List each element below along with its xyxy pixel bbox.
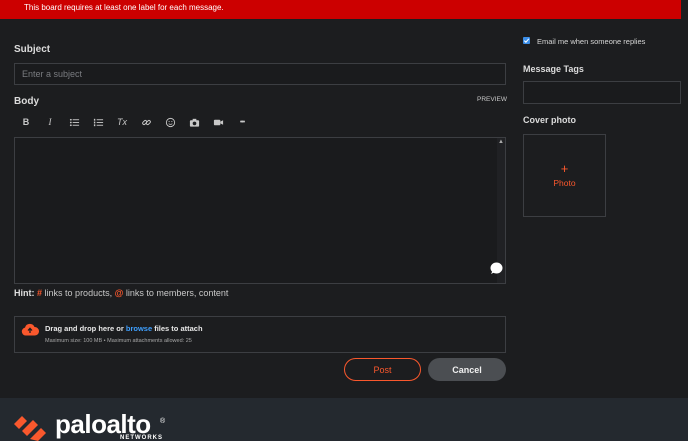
- preview-link[interactable]: PREVIEW: [477, 96, 507, 103]
- body-label: Body: [14, 96, 39, 107]
- file-dropzone[interactable]: [14, 316, 506, 353]
- italic-button[interactable]: I: [38, 114, 62, 130]
- bulleted-list-button[interactable]: [62, 114, 86, 130]
- emoji-button[interactable]: [158, 114, 182, 130]
- dropzone-subtitle: Maximum size: 100 MB • Maximum attachmen…: [45, 338, 192, 344]
- dropzone-title-post: files to attach: [154, 324, 203, 333]
- editor-toolbar: B I Tx •••: [14, 114, 254, 130]
- chat-bubble-icon[interactable]: [489, 262, 503, 275]
- subject-label: Subject: [14, 44, 51, 55]
- logo-subtitle: NETWORKS: [120, 435, 163, 441]
- at-symbol: @: [114, 288, 124, 298]
- message-tags-label: Message Tags: [523, 64, 584, 74]
- hint-products: links to products,: [44, 288, 113, 298]
- error-banner: This board requires at least one label f…: [0, 0, 681, 19]
- clear-formatting-button[interactable]: Tx: [110, 114, 134, 130]
- video-button[interactable]: [206, 114, 230, 130]
- email-replies-label: Email me when someone replies: [537, 37, 646, 46]
- link-icon: [141, 119, 151, 125]
- dropzone-title-pre: Drag and drop here or: [45, 324, 124, 333]
- message-tags-input[interactable]: [523, 81, 681, 104]
- hint-text: Hint: # links to products, @ links to me…: [14, 288, 228, 298]
- more-icon: •••: [239, 118, 245, 126]
- body-editor[interactable]: [14, 137, 506, 284]
- numbered-list-button[interactable]: [86, 114, 110, 130]
- error-message: This board requires at least one label f…: [24, 3, 224, 12]
- browse-link[interactable]: browse: [126, 324, 152, 333]
- hint-members: links to members, content: [125, 288, 229, 298]
- cloud-upload-icon: [21, 323, 39, 336]
- bold-button[interactable]: B: [14, 114, 38, 130]
- email-replies-checkbox[interactable]: [523, 37, 530, 44]
- numbered-list-icon: [93, 118, 103, 126]
- checkmark-icon: [523, 38, 530, 44]
- photo-button[interactable]: [182, 114, 206, 130]
- post-button[interactable]: Post: [344, 358, 421, 381]
- hint-prefix: Hint:: [14, 288, 35, 298]
- dropzone-title: Drag and drop here or browse files to at…: [45, 324, 203, 333]
- subject-input[interactable]: Enter a subject: [14, 63, 506, 85]
- subject-placeholder: Enter a subject: [22, 69, 83, 79]
- bulleted-list-icon: [69, 118, 79, 126]
- clear-formatting-icon: Tx: [117, 117, 127, 127]
- logo-registered-mark: ®: [160, 418, 166, 425]
- cancel-button[interactable]: Cancel: [428, 358, 506, 381]
- more-options-button[interactable]: •••: [230, 114, 254, 130]
- link-button[interactable]: [134, 114, 158, 130]
- italic-icon: I: [48, 117, 52, 127]
- cover-photo-label: Cover photo: [523, 115, 576, 125]
- camera-icon: [189, 118, 199, 127]
- plus-icon: +: [560, 161, 569, 176]
- paloalto-logo-icon[interactable]: [14, 414, 50, 441]
- scroll-up-arrow-icon[interactable]: ▲: [497, 138, 505, 147]
- photo-label: Photo: [553, 178, 576, 188]
- emoji-icon: [165, 117, 175, 127]
- video-icon: [213, 119, 223, 125]
- bold-icon: B: [22, 117, 30, 127]
- hash-symbol: #: [37, 288, 43, 298]
